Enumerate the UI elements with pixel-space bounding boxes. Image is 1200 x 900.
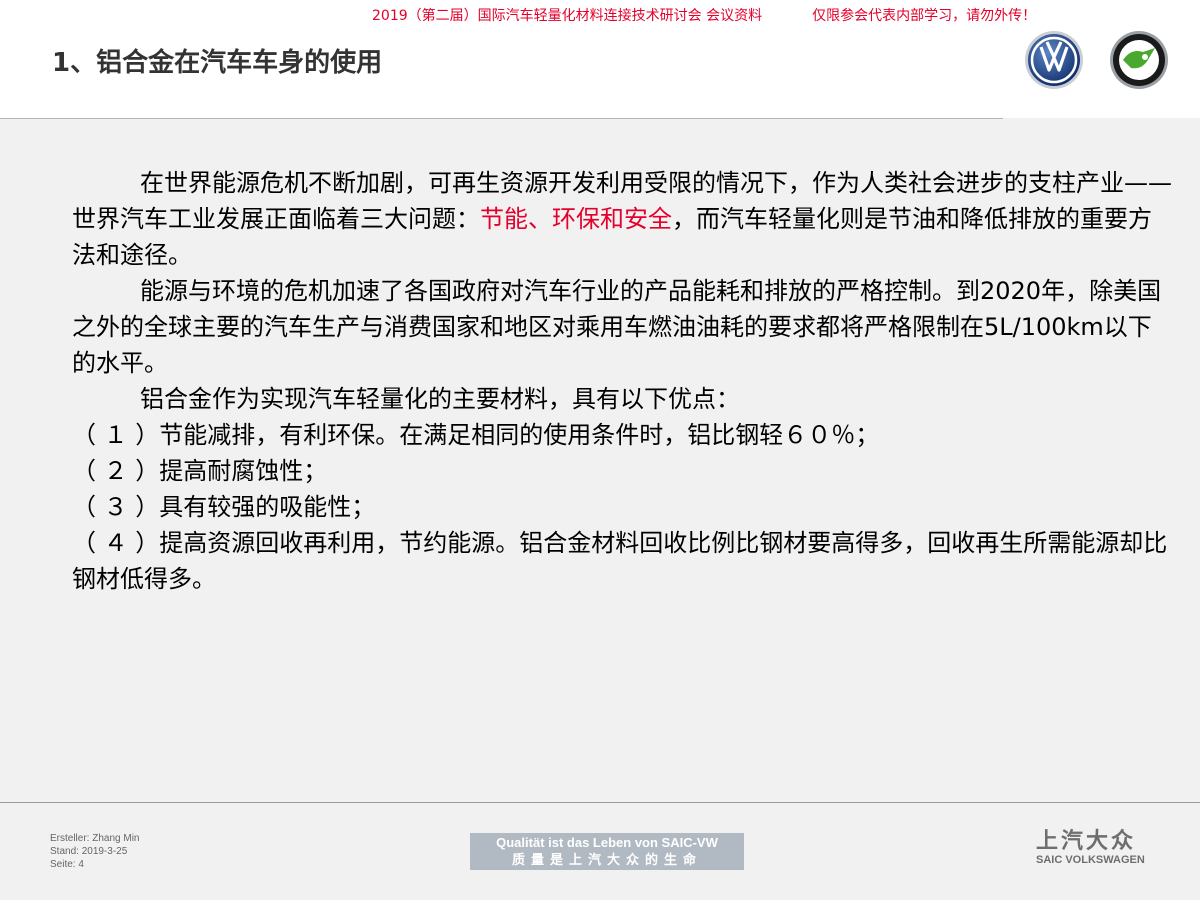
footer-divider bbox=[0, 802, 1200, 803]
advantage-item-1: （ １ ）节能减排，有利环保。在满足相同的使用条件时，铝比钢轻６０％； bbox=[72, 421, 880, 449]
saic-volkswagen-logo: 上汽大众 SAIC VOLKSWAGEN bbox=[1036, 828, 1156, 867]
confidential-notice: 2019（第二届）国际汽车轻量化材料连接技术研讨会 会议资料 仅限参会代表内部学习… bbox=[372, 5, 1192, 25]
title-divider bbox=[0, 118, 1003, 119]
page-number: Seite: 4 bbox=[50, 859, 84, 870]
date-label: Stand: 2019-3-25 bbox=[50, 846, 128, 857]
advantage-item-4: （ ４ ）提高资源回收再利用，节约能源。铝合金材料回收比例比钢材要高得多，回收再… bbox=[72, 529, 1168, 593]
paragraph-advantages-intro: 铝合金作为实现汽车轻量化的主要材料，具有以下优点： bbox=[140, 385, 740, 413]
advantage-item-2: （ ２ ）提高耐腐蚀性； bbox=[72, 457, 328, 485]
brand-chinese: 上汽大众 bbox=[1036, 828, 1137, 853]
slogan-chinese: 质量是上汽大众的生命 bbox=[511, 852, 702, 867]
slide-header: 2019（第二届）国际汽车轻量化材料连接技术研讨会 会议资料 仅限参会代表内部学习… bbox=[0, 0, 1200, 118]
slogan-german: Qualität ist das Leben von SAIC-VW bbox=[496, 835, 718, 850]
slide-body: 在世界能源危机不断加剧，可再生资源开发利用受限的情况下，作为人类社会进步的支柱产… bbox=[72, 165, 1172, 597]
paragraph-intro: 在世界能源危机不断加剧，可再生资源开发利用受限的情况下，作为人类社会进步的支柱产… bbox=[72, 165, 1172, 273]
highlight-text: 节能、环保和安全 bbox=[480, 205, 672, 233]
document-meta: Ersteller: Zhang Min Stand: 2019-3-25 Se… bbox=[50, 832, 139, 871]
paragraph-energy: 能源与环境的危机加速了各国政府对汽车行业的产品能耗和排放的严格控制。到2020年… bbox=[72, 277, 1162, 377]
conference-notice: 2019（第二届）国际汽车轻量化材料连接技术研讨会 会议资料 bbox=[372, 8, 763, 24]
skoda-logo-icon bbox=[1109, 30, 1169, 90]
advantage-item-3: （ ３ ）具有较强的吸能性； bbox=[72, 493, 376, 521]
internal-use-notice: 仅限参会代表内部学习，请勿外传！ bbox=[812, 8, 1037, 24]
brand-english: SAIC VOLKSWAGEN bbox=[1036, 854, 1145, 866]
quality-slogan: Qualität ist das Leben von SAIC-VW 质量是上汽… bbox=[470, 833, 744, 870]
author-label: Ersteller: Zhang Min bbox=[50, 833, 140, 844]
vw-logo-icon bbox=[1024, 30, 1084, 90]
page-title: 1、铝合金在汽车车身的使用 bbox=[52, 48, 383, 78]
